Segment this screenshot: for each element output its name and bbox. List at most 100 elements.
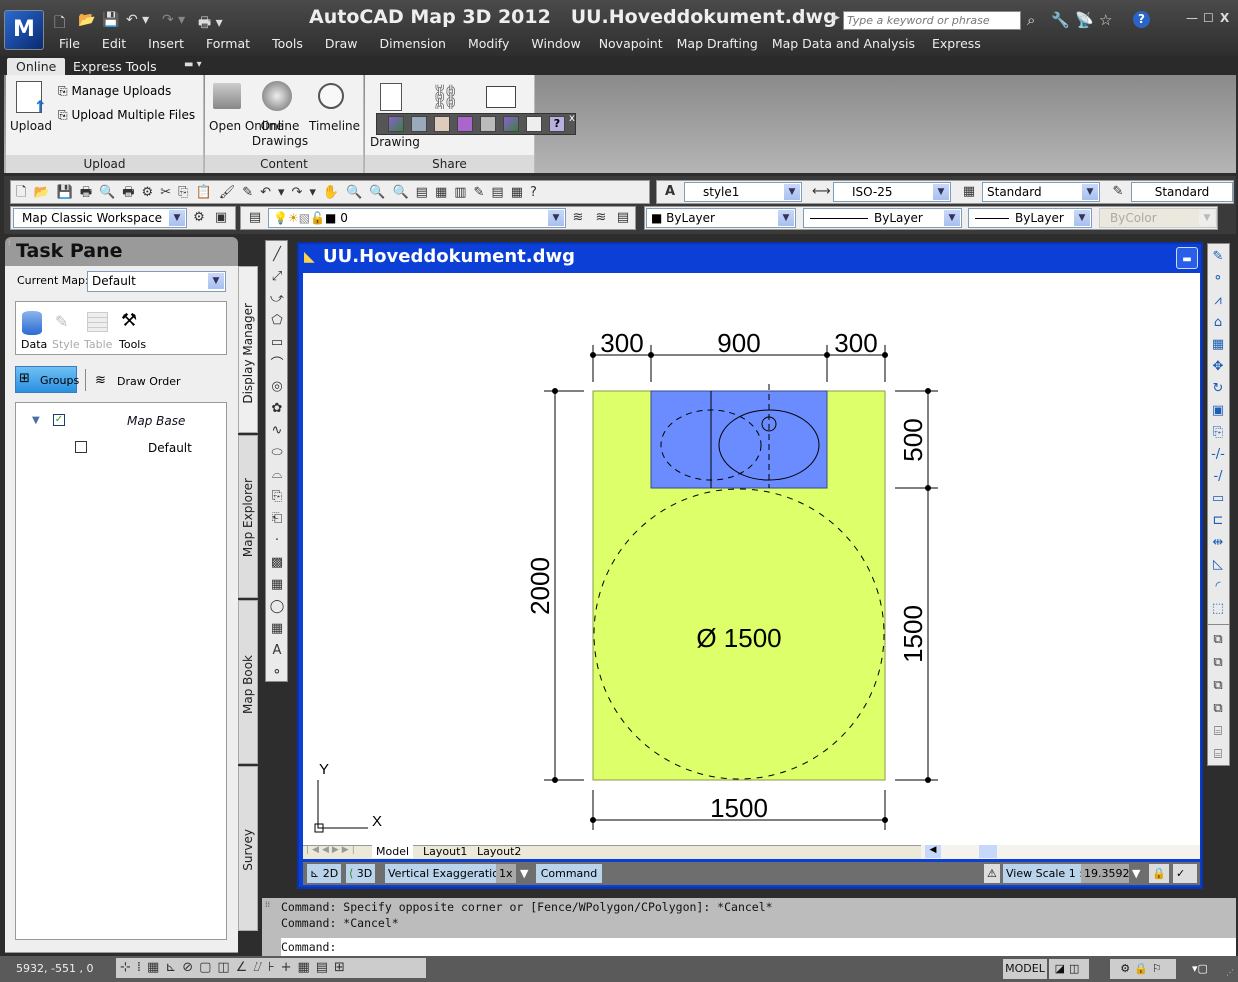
menu-draw[interactable]: Draw: [314, 36, 369, 54]
default-checkbox[interactable]: [75, 441, 87, 453]
tab-layout1[interactable]: Layout1: [419, 845, 471, 858]
tree-item-default[interactable]: Default: [148, 441, 192, 455]
toolbar-tool-icon[interactable]: [388, 116, 404, 132]
draw-order-button[interactable]: Draw Order: [117, 375, 181, 388]
manage-uploads-button[interactable]: ⎘ Manage Uploads: [58, 84, 171, 99]
menu-file[interactable]: File: [48, 36, 91, 54]
dim-style-select[interactable]: ISO-25 ▼: [833, 182, 951, 202]
draw-toolbar-icons[interactable]: ╱ ⤢ ⤻ ⬠ ▭ ⌒ ◎ ✿ ∿ ⬭ ⌓ ⎘ ⎗ · ▩ ▦ ◯ ▦ A ⚬: [268, 244, 286, 684]
scroll-left-icon[interactable]: ◀: [925, 845, 941, 858]
online-drawings-icon[interactable]: [262, 81, 292, 111]
dim-style-icon[interactable]: ⟷: [812, 184, 831, 200]
menu-dimension[interactable]: Dimension: [369, 36, 457, 54]
toolbar-tool-icon[interactable]: [480, 116, 496, 132]
save-icon[interactable]: 💾: [102, 12, 119, 28]
text-style-select[interactable]: style1 ▼: [684, 182, 802, 202]
workspace-select[interactable]: Map Classic Workspace ▼: [13, 208, 187, 228]
layer-select[interactable]: 💡☀▧🔓■ 0 ▼: [268, 208, 566, 228]
plot-icon[interactable]: 🖶 ▾: [198, 12, 223, 36]
vertical-exaggeration-value[interactable]: 1x: [496, 864, 516, 883]
drafting-settings-toggles[interactable]: ⊹⁞▦⊾⊘▢◫∠⌰⊦+▦▤⊞: [116, 958, 426, 978]
make-current-layer-icon[interactable]: ≋: [570, 210, 586, 226]
undo-icon[interactable]: ↶ ▾: [126, 12, 149, 28]
new-icon[interactable]: 🗋: [54, 12, 65, 36]
link-icon[interactable]: ⛓: [430, 83, 460, 111]
menu-format[interactable]: Format: [195, 36, 261, 54]
workspace-switching-gear-icon[interactable]: ⚙🔒⚐: [1110, 959, 1176, 979]
upload-multiple-files-button[interactable]: ⎘ Upload Multiple Files: [58, 108, 195, 123]
text-style-icon[interactable]: A: [662, 184, 678, 200]
command-input[interactable]: Command:: [281, 938, 1236, 956]
menu-novapoint[interactable]: Novapoint: [592, 36, 670, 54]
table-style-icon[interactable]: ▦: [961, 184, 977, 200]
help-icon[interactable]: ?: [549, 116, 565, 132]
online-drawings-button[interactable]: Online Drawings: [251, 119, 309, 149]
toolbar-tool-icon[interactable]: [411, 116, 427, 132]
menu-map-data-analysis[interactable]: Map Data and Analysis: [765, 36, 922, 54]
map-status-icon[interactable]: ✓: [1173, 864, 1197, 883]
model-space-button[interactable]: MODEL: [1003, 959, 1047, 979]
toolbar-tool-icon[interactable]: [526, 116, 542, 132]
draw-order-toolbar-icons[interactable]: ⧉ ⧉ ⧉ ⧉ ⌸ ⌸: [1209, 628, 1227, 766]
layer-previous-icon[interactable]: ≋: [593, 210, 609, 226]
binoculars-icon[interactable]: ⌕: [1027, 11, 1035, 29]
open-icon[interactable]: 📂: [78, 12, 95, 28]
tab-model[interactable]: Model: [372, 845, 414, 858]
table-style-select[interactable]: Standard ▼: [982, 182, 1100, 202]
workspace-settings-gear-icon[interactable]: ⚙: [191, 210, 207, 226]
tab-survey[interactable]: Survey: [238, 766, 258, 931]
menu-map-drafting[interactable]: Map Drafting: [670, 36, 765, 54]
upload-icon[interactable]: ↑: [16, 81, 47, 116]
help-search-input[interactable]: Type a keyword or phrase: [843, 11, 1021, 30]
tab-display-manager[interactable]: Display Manager: [238, 266, 258, 433]
2d-button[interactable]: ⊾ 2D: [307, 864, 342, 883]
layer-properties-icon[interactable]: ▤: [247, 210, 263, 226]
scroll-thumb[interactable]: [979, 845, 997, 858]
tab-express-tools[interactable]: Express Tools: [64, 58, 166, 75]
data-button[interactable]: Data: [21, 338, 47, 351]
favorites-star-icon[interactable]: ☆: [1099, 11, 1112, 29]
toolbar-tool-icon[interactable]: [503, 116, 519, 132]
menu-tools[interactable]: Tools: [261, 36, 314, 54]
application-menu-button[interactable]: M: [4, 10, 44, 50]
open-online-icon[interactable]: [213, 83, 241, 109]
tab-online[interactable]: Online: [7, 58, 66, 75]
communication-center-icon[interactable]: 📡: [1075, 11, 1094, 29]
tab-navigation-arrows[interactable]: |◀◀▶▶|: [306, 845, 358, 855]
color-select[interactable]: ■ ByLayer ▼: [646, 208, 796, 228]
close-toolbar-icon[interactable]: x: [569, 113, 575, 124]
email-icon[interactable]: [486, 86, 516, 108]
lineweight-select[interactable]: ByLayer ▼: [968, 208, 1092, 228]
vertical-exaggeration-dropdown-icon[interactable]: ▼: [517, 864, 532, 883]
tab-layout2[interactable]: Layout2: [473, 845, 525, 858]
multileader-style-icon[interactable]: ✎: [1110, 184, 1126, 200]
data-database-icon[interactable]: [22, 311, 42, 335]
3d-button[interactable]: ⟨ 3D: [346, 864, 376, 883]
close-icon[interactable]: X: [1220, 11, 1229, 25]
tools-button[interactable]: Tools: [119, 338, 146, 351]
current-map-select[interactable]: Default ▼: [87, 271, 226, 292]
clean-screen-toggle[interactable]: ▾▢: [1182, 959, 1218, 979]
standard-toolbar-icons[interactable]: 🗋📂💾🖶🔍🖶⚙✂⎘📋🖌✎↶▾↷▾✋🔍🔍🔍▤▦▥✎▤▦?: [16, 183, 544, 205]
share-drawing-icon[interactable]: [380, 83, 402, 111]
toolbar-tool-icon[interactable]: [434, 116, 450, 132]
drag-handle[interactable]: ⁞: [8, 239, 11, 247]
resize-grip-icon[interactable]: ⋰: [1226, 968, 1234, 977]
view-scale-value[interactable]: 19.3592: [1081, 864, 1133, 883]
expand-triangle-icon[interactable]: ▼: [32, 415, 40, 426]
warning-icon[interactable]: ⚠: [984, 864, 1000, 883]
minimize-drawing-button[interactable]: ▬: [1176, 247, 1198, 269]
menu-modify[interactable]: Modify: [457, 36, 520, 54]
lock-icon[interactable]: 🔒: [1149, 864, 1169, 883]
subscription-key-icon[interactable]: 🔧: [1051, 11, 1070, 29]
tab-map-book[interactable]: Map Book: [238, 600, 258, 764]
layout-view-icons[interactable]: ◪◫: [1049, 959, 1089, 979]
layer-states-icon[interactable]: ▤: [615, 210, 631, 226]
clean-screen-icon[interactable]: ▣: [213, 210, 229, 226]
map-base-checkbox[interactable]: ✓: [53, 414, 65, 426]
multileader-style-select[interactable]: Standard: [1131, 182, 1233, 202]
command-button[interactable]: Command: [536, 864, 602, 883]
maximize-icon[interactable]: ☐: [1203, 11, 1214, 25]
redo-icon[interactable]: ↷ ▾: [162, 12, 185, 28]
tree-item-map-base[interactable]: Map Base: [127, 414, 185, 428]
